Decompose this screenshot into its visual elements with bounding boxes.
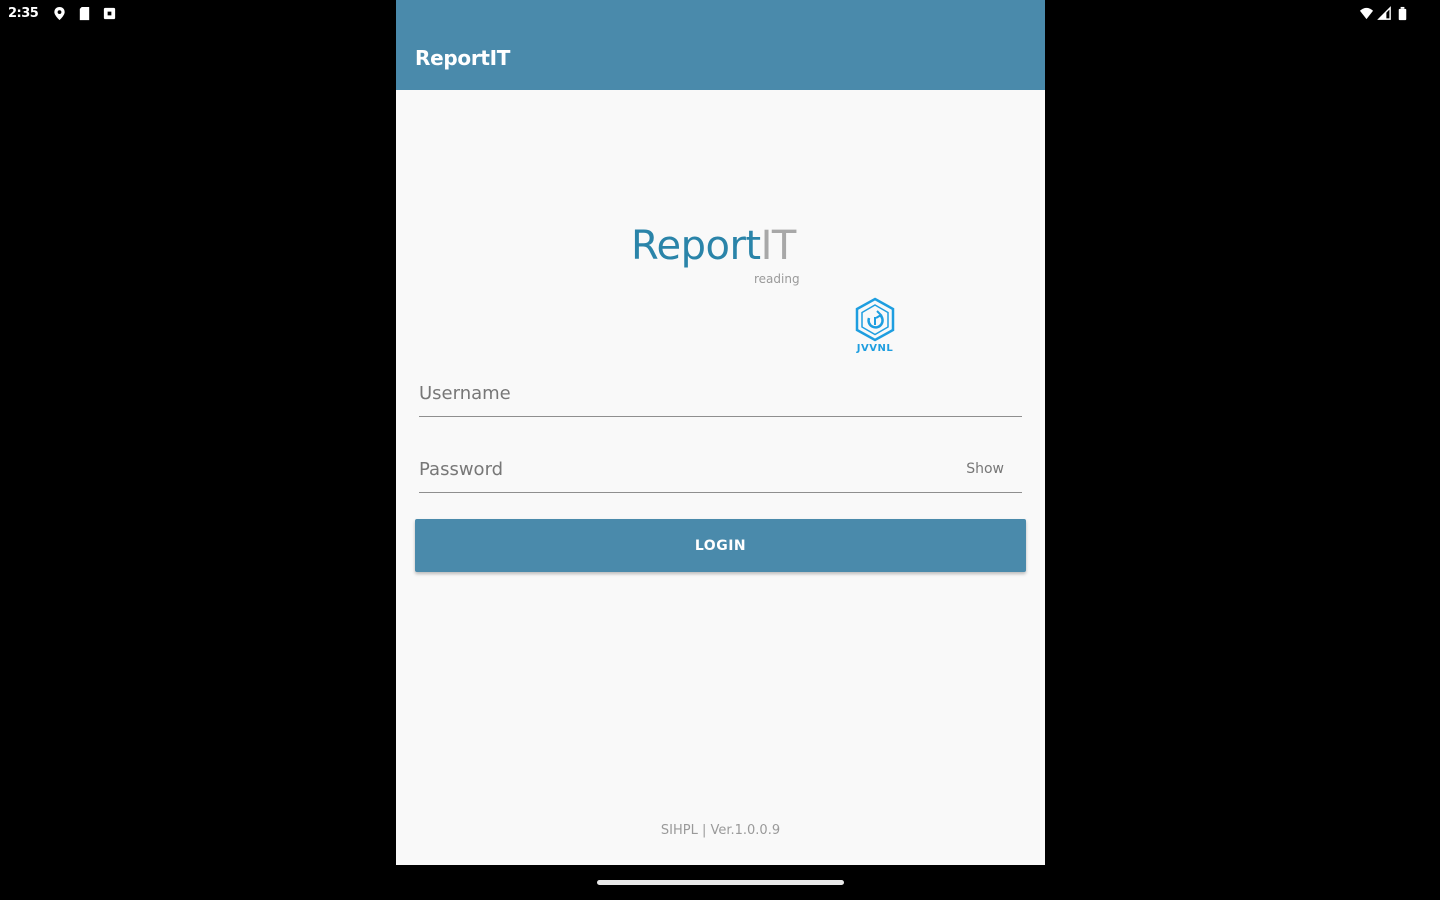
cell-signal-icon [1377,6,1391,20]
show-password-toggle[interactable]: Show [966,461,1004,477]
sd-card-icon [79,6,90,21]
jvvnl-emblem-icon [855,297,895,342]
status-time: 2:35 [8,6,39,21]
home-indicator[interactable] [597,880,844,885]
status-right-icons [1359,6,1410,21]
logo-it-text: IT [760,223,797,269]
screenshot-icon [103,7,116,20]
reportit-logo: ReportIT [631,223,796,269]
password-field: Show [419,452,1022,493]
password-input[interactable] [419,452,949,486]
battery-icon [1398,6,1407,21]
app-bar-title: ReportIT [415,46,511,70]
app-bar: ReportIT [396,0,1045,90]
logo-subtitle: reading [754,272,800,286]
jvvnl-logo: JVVNL [850,297,900,357]
app-window: ReportIT ReportIT reading JVVNL Show LOG… [396,0,1045,865]
wifi-icon [1359,7,1374,20]
logo-report-text: Report [631,223,761,269]
status-left-icons [52,6,117,21]
jvvnl-text: JVVNL [856,343,894,354]
footer-version: SIHPL | Ver.1.0.0.9 [660,823,781,838]
username-input[interactable] [419,376,949,410]
login-button[interactable]: LOGIN [415,519,1026,572]
username-field [419,376,1022,417]
location-icon [54,6,65,21]
